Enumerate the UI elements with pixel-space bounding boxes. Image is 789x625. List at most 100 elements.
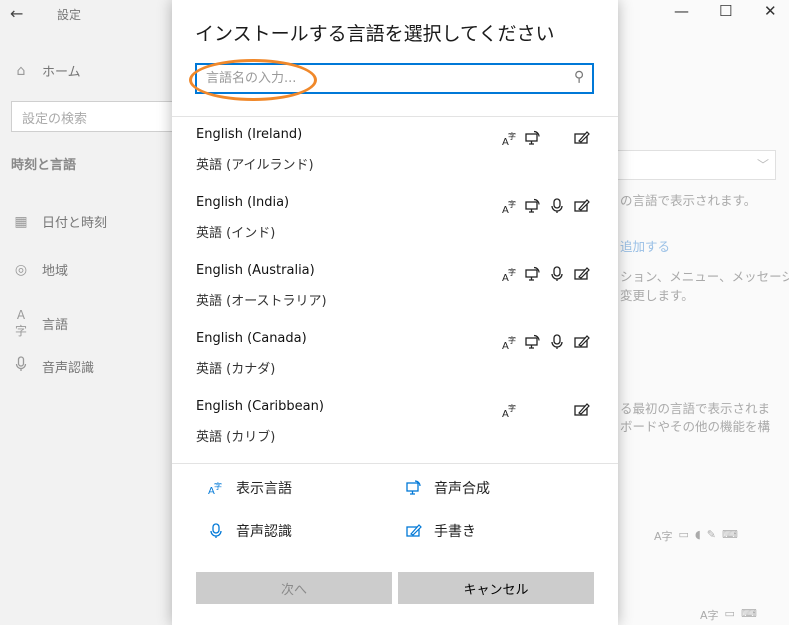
legend-speech-recognition: 音声認識 bbox=[206, 521, 292, 541]
language-native-name: 英語 (インド) bbox=[196, 226, 276, 241]
search-icon[interactable]: ⚲ bbox=[574, 69, 584, 85]
settings-search-input[interactable]: 設定の検索 bbox=[11, 101, 181, 132]
settings-sidebar: ← 設定 ⌂ ホーム 設定の検索 時刻と言語 ▦ 日付と時刻 ◎ 地域 A字 言… bbox=[0, 0, 181, 625]
keyboard-icon: ⌨ bbox=[740, 607, 757, 620]
svg-text:字: 字 bbox=[508, 131, 516, 141]
language-icon: A字 bbox=[14, 308, 27, 338]
language-name: English (India) bbox=[196, 195, 290, 210]
monitor-speech-icon: ▭ bbox=[724, 607, 735, 620]
microphone-icon bbox=[548, 197, 566, 215]
window-title: 設定 bbox=[57, 8, 82, 22]
language-row[interactable]: English (India) 英語 (インド) A 字 bbox=[172, 185, 618, 253]
display-language-icon: A字 bbox=[501, 129, 519, 147]
bg-description-text: る最初の言語で表示されま bbox=[620, 401, 771, 416]
legend-label: 音声認識 bbox=[236, 524, 292, 540]
svg-text:字: 字 bbox=[508, 199, 516, 209]
minimize-button[interactable]: — bbox=[674, 2, 689, 20]
legend-label: 音声合成 bbox=[434, 481, 490, 497]
calendar-clock-icon: ▦ bbox=[14, 213, 28, 230]
language-icon: A字 bbox=[700, 609, 719, 622]
language-row[interactable]: English (Australia) 英語 (オーストラリア) A 字 bbox=[172, 253, 618, 321]
svg-text:字: 字 bbox=[214, 481, 222, 491]
bg-description-text: の言語で表示されます。 bbox=[620, 193, 757, 208]
cancel-button[interactable]: キャンセル bbox=[398, 572, 594, 604]
text-to-speech-icon bbox=[524, 265, 542, 283]
language-search-box[interactable]: ⚲ bbox=[195, 63, 594, 94]
handwriting-icon bbox=[573, 333, 591, 351]
close-button[interactable]: ✕ bbox=[764, 2, 777, 20]
bg-description-text: ション、メニュー、メッセージ、 bbox=[620, 269, 789, 284]
display-language-icon: A字 bbox=[501, 401, 519, 419]
microphone-icon bbox=[548, 333, 566, 351]
nav-item-label: 日付と時刻 bbox=[42, 216, 108, 231]
handwriting-icon bbox=[404, 522, 424, 540]
display-language-icon: A字 bbox=[501, 197, 519, 215]
nav-home-label: ホーム bbox=[42, 65, 81, 80]
microphone-icon bbox=[206, 522, 226, 540]
nav-item-label: 言語 bbox=[42, 318, 69, 333]
text-to-speech-icon bbox=[524, 129, 542, 147]
handwriting-icon: ✎ bbox=[706, 528, 716, 541]
microphone-icon bbox=[12, 356, 30, 376]
bg-feature-icons: A字 ▭ ◖ ✎ ⌨ bbox=[654, 528, 738, 544]
nav-item-date-time[interactable]: ▦ 日付と時刻 bbox=[12, 212, 108, 232]
language-list[interactable]: English (Ireland) 英語 (アイルランド) A 字 English (I… bbox=[172, 117, 618, 463]
nav-item-region[interactable]: ◎ 地域 bbox=[12, 260, 69, 280]
bg-description-text: 変更します。 bbox=[620, 288, 694, 303]
handwriting-icon bbox=[573, 129, 591, 147]
handwriting-icon bbox=[573, 197, 591, 215]
language-icon: A字 bbox=[654, 530, 673, 543]
nav-item-speech[interactable]: 音声認識 bbox=[12, 356, 94, 376]
nav-item-label: 音声認識 bbox=[42, 360, 95, 376]
legend-label: 表示言語 bbox=[236, 481, 292, 497]
display-language-icon: A字 bbox=[501, 333, 519, 351]
legend-handwriting: 手書き bbox=[404, 521, 476, 541]
keyboard-icon: ⌨ bbox=[721, 528, 738, 541]
language-name: English (Canada) bbox=[196, 331, 307, 346]
add-language-link[interactable]: 追加する bbox=[620, 236, 670, 255]
language-native-name: 英語 (アイルランド) bbox=[196, 158, 314, 173]
language-native-name: 英語 (オーストラリア) bbox=[196, 294, 327, 309]
microphone-icon bbox=[548, 265, 566, 283]
language-search-input[interactable] bbox=[197, 65, 557, 92]
choose-language-dialog: インストールする言語を選択してください ⚲ English (Ireland) 英… bbox=[172, 0, 618, 625]
text-to-speech-icon bbox=[404, 479, 424, 497]
nav-item-label: 地域 bbox=[42, 264, 69, 279]
globe-icon: ◎ bbox=[14, 261, 28, 278]
language-name: English (Ireland) bbox=[196, 127, 303, 142]
language-row[interactable]: English (Caribbean) 英語 (カリブ) A 字 bbox=[172, 389, 618, 457]
svg-text:字: 字 bbox=[508, 267, 516, 277]
display-language-icon: A字 bbox=[206, 479, 226, 497]
home-icon: ⌂ bbox=[16, 62, 26, 79]
microphone-icon: ◖ bbox=[694, 528, 701, 541]
dialog-title: インストールする言語を選択してください bbox=[195, 23, 555, 45]
svg-text:字: 字 bbox=[508, 403, 516, 413]
language-native-name: 英語 (カリブ) bbox=[196, 430, 276, 445]
handwriting-icon bbox=[573, 265, 591, 283]
windows-display-language-dropdown[interactable]: ﹀ bbox=[618, 150, 776, 180]
language-row[interactable]: English (Ireland) 英語 (アイルランド) A 字 bbox=[172, 117, 618, 185]
back-arrow-icon[interactable]: ← bbox=[10, 4, 23, 23]
language-name: English (Australia) bbox=[196, 263, 315, 278]
handwriting-icon bbox=[573, 401, 591, 419]
svg-text:字: 字 bbox=[508, 335, 516, 345]
language-name: English (Caribbean) bbox=[196, 399, 324, 414]
next-button[interactable]: 次へ bbox=[196, 572, 392, 604]
language-row[interactable]: English (Canada) 英語 (カナダ) A 字 bbox=[172, 321, 618, 389]
monitor-speech-icon: ▭ bbox=[678, 528, 689, 541]
legend-text-to-speech: 音声合成 bbox=[404, 478, 490, 498]
legend-display-language: A字 表示言語 bbox=[206, 478, 292, 498]
nav-item-home[interactable]: ⌂ ホーム bbox=[12, 61, 81, 81]
language-native-name: 英語 (カナダ) bbox=[196, 362, 276, 377]
bg-feature-icons: A字 ▭ ⌨ bbox=[700, 607, 757, 623]
text-to-speech-icon bbox=[524, 333, 542, 351]
maximize-button[interactable]: ☐ bbox=[719, 2, 732, 20]
nav-item-language[interactable]: A字 言語 bbox=[12, 308, 68, 339]
feature-legend: A字 表示言語 音声合成 音声認識 手書き bbox=[172, 464, 618, 564]
chevron-down-icon: ﹀ bbox=[756, 158, 769, 172]
text-to-speech-icon bbox=[524, 197, 542, 215]
bg-description-text: ボードやその他の機能を構 bbox=[620, 419, 771, 434]
legend-label: 手書き bbox=[434, 524, 476, 540]
display-language-icon: A字 bbox=[501, 265, 519, 283]
section-title: 時刻と言語 bbox=[11, 158, 77, 173]
